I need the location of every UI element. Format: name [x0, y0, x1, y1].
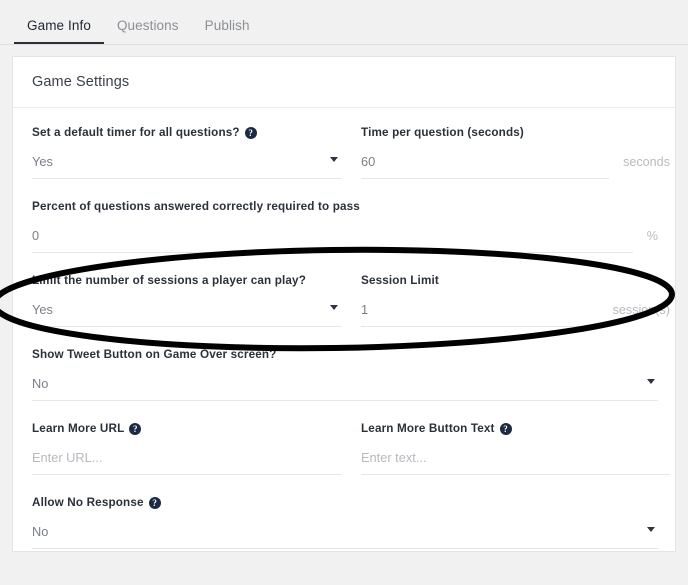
show-tweet-button-value[interactable]: No: [32, 376, 658, 402]
session-limit-label: Session Limit: [361, 274, 670, 288]
field-limit-sessions: Limit the number of sessions a player ca…: [32, 274, 341, 348]
tab-bar: Game Info Questions Publish: [0, 0, 688, 45]
tab-publish-label: Publish: [204, 18, 250, 33]
learn-more-button-text-input[interactable]: [361, 450, 670, 476]
percent-to-pass-label-text: Percent of questions answered correctly …: [32, 200, 360, 214]
tab-questions[interactable]: Questions: [104, 18, 192, 44]
field-percent-to-pass: Percent of questions answered correctly …: [32, 200, 658, 274]
field-default-timer: Set a default timer for all questions? ?…: [32, 126, 341, 200]
field-learn-more-url: Learn More URL ?: [32, 422, 341, 496]
learn-more-button-text-label: Learn More Button Text ?: [361, 422, 670, 436]
field-learn-more-button-text: Learn More Button Text ?: [361, 422, 670, 496]
limit-sessions-label: Limit the number of sessions a player ca…: [32, 274, 341, 288]
chevron-down-icon[interactable]: [330, 157, 338, 163]
help-icon[interactable]: ?: [244, 127, 257, 140]
show-tweet-button-label-text: Show Tweet Button on Game Over screen?: [32, 348, 277, 362]
allow-no-response-select[interactable]: No: [32, 524, 658, 550]
learn-more-url-label: Learn More URL ?: [32, 422, 341, 436]
form-row-timer: Set a default timer for all questions? ?…: [32, 126, 670, 200]
learn-more-url-input[interactable]: [32, 450, 341, 476]
session-limit-suffix: session(s): [612, 303, 670, 318]
default-timer-select[interactable]: Yes: [32, 154, 341, 180]
field-show-tweet-button: Show Tweet Button on Game Over screen? N…: [32, 348, 658, 422]
session-limit-input[interactable]: [361, 302, 599, 328]
form-row-sessions: Limit the number of sessions a player ca…: [32, 274, 670, 348]
session-limit-label-text: Session Limit: [361, 274, 439, 288]
learn-more-button-text-label-text: Learn More Button Text: [361, 422, 495, 436]
help-icon[interactable]: ?: [129, 423, 142, 436]
tab-list: Game Info Questions Publish: [0, 0, 688, 44]
allow-no-response-label-text: Allow No Response: [32, 496, 144, 510]
time-per-question-label: Time per question (seconds): [361, 126, 670, 140]
percent-to-pass-suffix: %: [646, 229, 658, 244]
time-per-question-suffix: seconds: [623, 155, 670, 170]
default-timer-label-text: Set a default timer for all questions?: [32, 126, 240, 139]
field-session-limit: Session Limit session(s): [361, 274, 670, 348]
tab-game-info-label: Game Info: [27, 18, 91, 33]
learn-more-url-label-text: Learn More URL: [32, 422, 125, 436]
show-tweet-button-label: Show Tweet Button on Game Over screen?: [32, 348, 658, 362]
settings-form: Set a default timer for all questions? ?…: [13, 108, 675, 551]
limit-sessions-value[interactable]: Yes: [32, 302, 341, 328]
show-tweet-button-select[interactable]: No: [32, 376, 658, 402]
form-row-percent: Percent of questions answered correctly …: [32, 200, 658, 274]
chevron-down-icon[interactable]: [647, 527, 655, 533]
page-title: Game Settings: [32, 74, 130, 90]
tab-game-info[interactable]: Game Info: [14, 18, 104, 44]
limit-sessions-select[interactable]: Yes: [32, 302, 341, 328]
allow-no-response-label: Allow No Response ?: [32, 496, 658, 510]
tab-questions-label: Questions: [116, 18, 179, 33]
help-icon[interactable]: ?: [148, 497, 161, 510]
help-icon[interactable]: ?: [499, 423, 512, 436]
percent-to-pass-input[interactable]: [32, 228, 633, 254]
percent-to-pass-label: Percent of questions answered correctly …: [32, 200, 658, 214]
allow-no-response-value[interactable]: No: [32, 524, 658, 550]
limit-sessions-label-text: Limit the number of sessions a player ca…: [32, 274, 306, 288]
form-row-learn-more: Learn More URL ? Learn More Button Text …: [32, 422, 670, 496]
default-timer-value[interactable]: Yes: [32, 154, 341, 180]
field-allow-no-response: Allow No Response ? No: [32, 496, 658, 551]
field-time-per-question: Time per question (seconds) seconds: [361, 126, 670, 200]
tab-publish[interactable]: Publish: [192, 18, 263, 44]
default-timer-label: Set a default timer for all questions? ?: [32, 126, 341, 140]
form-row-allow-no-response: Allow No Response ? No: [32, 496, 658, 551]
game-settings-card: Game Settings Set a default timer for al…: [12, 56, 676, 552]
form-row-tweet: Show Tweet Button on Game Over screen? N…: [32, 348, 658, 422]
chevron-down-icon[interactable]: [330, 305, 338, 311]
card-header: Game Settings: [13, 57, 675, 108]
time-per-question-input[interactable]: [361, 154, 610, 180]
chevron-down-icon[interactable]: [647, 379, 655, 385]
time-per-question-label-text: Time per question (seconds): [361, 126, 524, 139]
